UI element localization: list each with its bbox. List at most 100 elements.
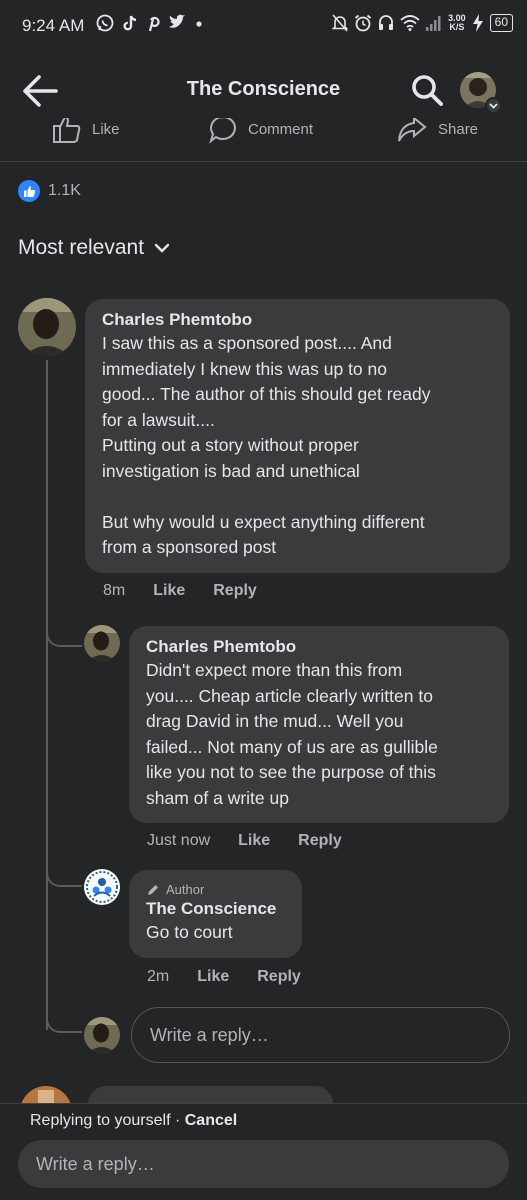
- thread-connector: [46, 625, 82, 647]
- charging-icon: [472, 14, 483, 32]
- network-speed: 3.00 K/S: [448, 14, 466, 32]
- reaction-summary[interactable]: 1.1K: [18, 180, 81, 202]
- reply-line: you.... Cheap article clearly written to: [146, 685, 433, 706]
- reply-time: Just now: [147, 832, 211, 849]
- network-speed-unit: K/S: [449, 22, 465, 32]
- profile-chevron: [485, 97, 502, 114]
- reply-line: sham of a write up: [146, 787, 289, 808]
- reply-line: failed... Not many of us are as gullible: [146, 736, 438, 757]
- like-action[interactable]: Like: [52, 118, 120, 144]
- reply-text: Didn't expect more than this from you...…: [146, 658, 493, 811]
- replying-separator: ·: [174, 1112, 181, 1129]
- tiktok-icon: [123, 15, 137, 31]
- reply-author[interactable]: Charles Phemtobo: [146, 636, 493, 658]
- status-time: 9:24 AM: [22, 16, 85, 35]
- comment-line: But why would u expect anything differen…: [102, 511, 425, 532]
- comment-text: I saw this as a sponsored post.... And i…: [102, 331, 494, 561]
- share-action[interactable]: Share: [396, 118, 478, 144]
- page-logo-icon: [86, 871, 118, 903]
- comment-line: for a lawsuit....: [102, 409, 215, 430]
- comment-line: [102, 484, 494, 510]
- avatar-photo: [84, 625, 120, 661]
- status-system-icons: 3.00 K/S 60: [332, 14, 513, 32]
- profile-menu-button[interactable]: [460, 72, 502, 114]
- twitter-icon: [169, 14, 185, 28]
- reply-text: Go to court: [146, 920, 286, 946]
- avatar[interactable]: [84, 625, 120, 661]
- comment-line: immediately I knew this was up to no: [102, 358, 387, 379]
- author-badge: Author: [146, 882, 286, 898]
- avatar-photo: [84, 1017, 120, 1053]
- whatsapp-icon: [96, 14, 114, 32]
- status-app-icons: [96, 14, 204, 32]
- cancel-reply-button[interactable]: Cancel: [185, 1112, 237, 1129]
- thread-reply-input[interactable]: Write a reply…: [131, 1007, 510, 1063]
- reply-time: 2m: [147, 968, 170, 985]
- headset-icon: [379, 15, 394, 30]
- reply-line: Go to court: [146, 922, 233, 942]
- thread-connector: [46, 865, 82, 887]
- reply-actions: 2m Like Reply: [147, 968, 329, 986]
- wifi-icon: [400, 15, 420, 31]
- bottom-reply-placeholder: Write a reply…: [36, 1153, 155, 1174]
- share-icon: [398, 118, 427, 142]
- avatar-photo: [18, 298, 76, 356]
- share-action-label: Share: [438, 120, 479, 138]
- chevron-down-icon: [154, 243, 170, 253]
- reply-line: drag David in the mud... Well you: [146, 711, 404, 731]
- search-button[interactable]: [410, 73, 446, 109]
- dot-icon: [196, 21, 202, 27]
- pencil-icon: [148, 885, 158, 895]
- actions-divider: [0, 161, 527, 162]
- comment-action[interactable]: Comment: [208, 118, 313, 144]
- status-bar: 9:24 AM 3.00 K/S 60: [0, 0, 527, 52]
- replying-to-row: Replying to yourself · Cancel: [30, 1112, 237, 1130]
- reply-author[interactable]: The Conscience: [146, 898, 286, 920]
- comment-line: Putting out a story without proper: [102, 435, 359, 455]
- comment-line: investigation is bad and unethical: [102, 460, 360, 481]
- thread-reply-placeholder: Write a reply…: [150, 1024, 269, 1045]
- comment-actions: 8m Like Reply: [103, 582, 285, 600]
- like-action-label: Like: [92, 120, 120, 138]
- search-icon: [412, 75, 443, 106]
- comment-reply-button[interactable]: Reply: [213, 582, 257, 600]
- reply-line: Didn't expect more than this from: [146, 660, 403, 680]
- reply-bubble[interactable]: Charles Phemtobo Didn't expect more than…: [129, 626, 509, 823]
- thread-line: [46, 360, 48, 1030]
- post-actions-bar: Like Comment Share: [0, 118, 527, 146]
- comment-line: from a sponsored post: [102, 537, 277, 557]
- reply-like-button[interactable]: Like: [197, 968, 229, 986]
- comment-bubble[interactable]: Charles Phemtobo I saw this as a sponsor…: [85, 299, 510, 573]
- comment-author[interactable]: Charles Phemtobo: [102, 309, 494, 331]
- reply-line: like you not to see the purpose of this: [146, 762, 436, 782]
- like-reaction-badge: [18, 180, 40, 202]
- mute-icon: [332, 14, 349, 32]
- reply-actions: Just now Like Reply: [147, 832, 370, 850]
- thumbs-up-filled-icon: [23, 185, 35, 197]
- bottom-reply-input[interactable]: Write a reply…: [18, 1140, 509, 1188]
- comment-line: I saw this as a sponsored post.... And: [102, 333, 392, 353]
- reaction-count: 1.1K: [48, 182, 81, 199]
- comment-like-button[interactable]: Like: [153, 582, 185, 600]
- reply-like-button[interactable]: Like: [238, 832, 270, 850]
- sort-label: Most relevant: [18, 236, 145, 259]
- signal-icon: [426, 16, 441, 31]
- author-badge-label: Author: [166, 882, 205, 897]
- comment-time: 8m: [103, 582, 126, 599]
- replying-to-label: Replying to yourself: [30, 1112, 171, 1129]
- reply-reply-button[interactable]: Reply: [257, 968, 301, 986]
- battery-indicator: 60: [489, 14, 513, 32]
- sort-dropdown[interactable]: Most relevant: [18, 236, 170, 260]
- comment-line: good... The author of this should get re…: [102, 384, 431, 404]
- reply-bubble[interactable]: Author The Conscience Go to court: [129, 870, 302, 958]
- chevron-down-icon: [489, 103, 498, 109]
- alarm-icon: [355, 14, 372, 32]
- avatar[interactable]: [18, 298, 76, 356]
- page-title: The Conscience: [186, 78, 341, 100]
- my-avatar: [84, 1017, 120, 1053]
- page-avatar[interactable]: [84, 869, 120, 905]
- pinterest-icon: [148, 16, 160, 32]
- reply-reply-button[interactable]: Reply: [298, 832, 342, 850]
- comment-icon: [209, 118, 236, 144]
- thread-connector: [46, 1011, 82, 1033]
